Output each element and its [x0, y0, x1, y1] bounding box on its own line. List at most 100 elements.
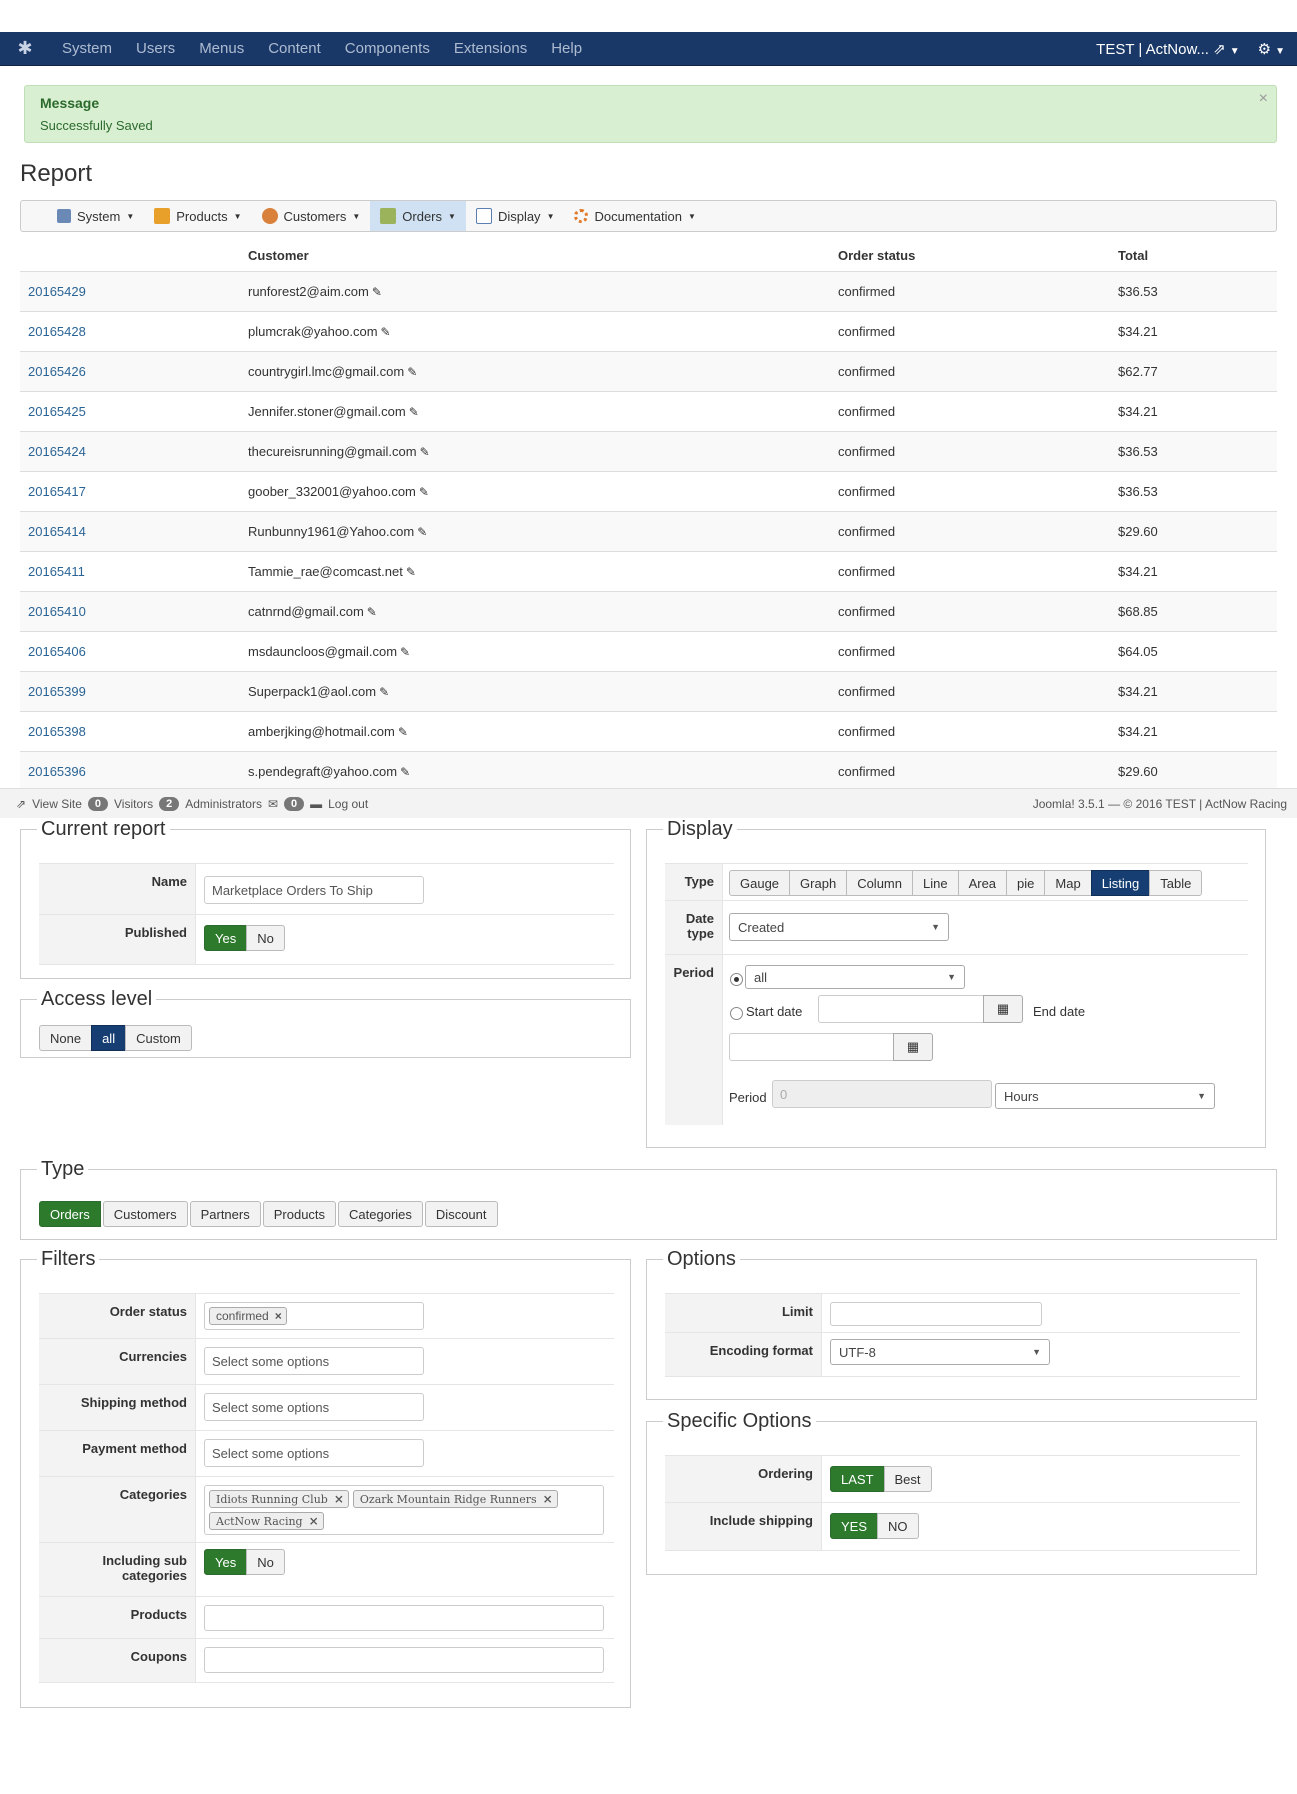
menu-system[interactable]: System	[50, 40, 124, 57]
sub-categories-yes-button[interactable]: Yes	[204, 1549, 248, 1575]
order-id-link[interactable]: 20165426	[28, 352, 86, 391]
order-id-link[interactable]: 20165410	[28, 592, 86, 631]
display-type-table-button[interactable]: Table	[1149, 870, 1203, 896]
chevron-down-icon: ▼	[1197, 1091, 1206, 1101]
type-customers-button[interactable]: Customers	[102, 1201, 188, 1227]
display-type-column-button[interactable]: Column	[846, 870, 913, 896]
type-categories-button[interactable]: Categories	[338, 1201, 423, 1227]
view-site-link[interactable]: View Site	[32, 797, 82, 811]
order-id-link[interactable]: 20165396	[28, 752, 86, 791]
subnav-orders[interactable]: Orders ▼	[370, 201, 466, 231]
categories-multiselect[interactable]: Idiots Running Club × Ozark Mountain Ridg…	[204, 1485, 604, 1535]
remove-tag-icon[interactable]: ×	[275, 1309, 282, 1323]
display-type-line-button[interactable]: Line	[911, 870, 959, 896]
subnav-products[interactable]: Products ▼	[144, 201, 251, 231]
menu-extensions[interactable]: Extensions	[442, 40, 539, 57]
order-id-link[interactable]: 20165399	[28, 672, 86, 711]
type-discount-button[interactable]: Discount	[424, 1201, 498, 1227]
type-orders-button[interactable]: Orders	[39, 1201, 101, 1227]
pencil-icon[interactable]: ✎	[420, 445, 430, 459]
pencil-icon[interactable]: ✎	[379, 685, 389, 699]
order-id-link[interactable]: 20165411	[28, 552, 85, 591]
access-all-button[interactable]: all	[91, 1025, 127, 1051]
joomla-icon[interactable]: ✱	[0, 32, 50, 66]
include-shipping-no-button[interactable]: NO	[877, 1513, 919, 1539]
gear-icon[interactable]: ⚙ ▼	[1258, 40, 1285, 58]
ordering-last-button[interactable]: LAST	[830, 1466, 885, 1492]
custom-dates-radio[interactable]	[730, 1007, 743, 1020]
currencies-multiselect[interactable]: Select some options	[204, 1347, 424, 1375]
pencil-icon[interactable]: ✎	[400, 645, 410, 659]
pencil-icon[interactable]: ✎	[409, 405, 419, 419]
date-type-select[interactable]: Created ▼	[729, 913, 949, 941]
ordering-best-button[interactable]: Best	[883, 1466, 932, 1492]
type-products-button[interactable]: Products	[262, 1201, 337, 1227]
calendar-icon[interactable]: ▦	[893, 1033, 933, 1061]
remove-tag-icon[interactable]: ×	[334, 1492, 344, 1506]
subnav-customers[interactable]: Customers ▼	[252, 201, 371, 231]
site-name-link[interactable]: TEST | ActNow... ⇗ ▼	[1096, 40, 1239, 58]
pencil-icon[interactable]: ✎	[406, 565, 416, 579]
remove-tag-icon[interactable]: ×	[543, 1492, 553, 1506]
type-partners-button[interactable]: Partners	[189, 1201, 261, 1227]
menu-help[interactable]: Help	[539, 40, 594, 57]
logout-link[interactable]: Log out	[328, 797, 368, 811]
order-id-link[interactable]: 20165425	[28, 392, 86, 431]
encoding-select[interactable]: UTF-8 ▼	[830, 1339, 1050, 1365]
period-preset-radio[interactable]	[730, 973, 743, 986]
coupons-input[interactable]	[204, 1647, 604, 1673]
display-type-listing-button[interactable]: Listing	[1090, 870, 1151, 896]
menu-menus[interactable]: Menus	[187, 40, 256, 57]
display-type-graph-button[interactable]: Graph	[789, 870, 848, 896]
access-custom-button[interactable]: Custom	[125, 1025, 192, 1051]
period-select[interactable]: all ▼	[745, 965, 965, 989]
shipping-method-multiselect[interactable]: Select some options	[204, 1393, 424, 1421]
subnav-documentation[interactable]: Documentation ▼	[564, 201, 705, 231]
payment-method-multiselect[interactable]: Select some options	[204, 1439, 424, 1467]
pencil-icon[interactable]: ✎	[367, 605, 377, 619]
limit-input[interactable]	[830, 1302, 1042, 1326]
pencil-icon[interactable]: ✎	[419, 485, 429, 499]
menu-users[interactable]: Users	[124, 40, 187, 57]
order-id-link[interactable]: 20165424	[28, 432, 86, 471]
period-unit-select[interactable]: Hours ▼	[995, 1083, 1215, 1109]
display-type-map-button[interactable]: Map	[1044, 870, 1092, 896]
close-icon[interactable]: ×	[1259, 90, 1268, 108]
display-type-gauge-button[interactable]: Gauge	[729, 870, 791, 896]
col-total[interactable]: Total	[1118, 240, 1148, 271]
end-date-input[interactable]	[729, 1033, 894, 1061]
display-type-pie-button[interactable]: pie	[1006, 870, 1046, 896]
published-no-button[interactable]: No	[246, 925, 285, 951]
messages-badge[interactable]: 0	[284, 796, 305, 811]
access-none-button[interactable]: None	[39, 1025, 93, 1051]
order-id-link[interactable]: 20165398	[28, 712, 86, 751]
col-order-status[interactable]: Order status	[838, 240, 915, 271]
calendar-icon[interactable]: ▦	[983, 995, 1023, 1023]
order-id-link[interactable]: 20165414	[28, 512, 86, 551]
pencil-icon[interactable]: ✎	[398, 725, 408, 739]
subnav-display[interactable]: Display ▼	[466, 201, 565, 231]
pencil-icon[interactable]: ✎	[417, 525, 427, 539]
pencil-icon[interactable]: ✎	[372, 285, 382, 299]
period-number-input[interactable]: 0	[772, 1080, 992, 1108]
order-id-link[interactable]: 20165428	[28, 312, 86, 351]
products-input[interactable]	[204, 1605, 604, 1631]
name-input[interactable]: Marketplace Orders To Ship	[204, 876, 424, 904]
order-id-link[interactable]: 20165429	[28, 272, 86, 311]
include-shipping-yes-button[interactable]: YES	[830, 1513, 879, 1539]
start-date-input[interactable]	[818, 995, 984, 1023]
pencil-icon[interactable]: ✎	[400, 765, 410, 779]
display-type-area-button[interactable]: Area	[957, 870, 1008, 896]
order-id-link[interactable]: 20165417	[28, 472, 86, 511]
remove-tag-icon[interactable]: ×	[309, 1514, 319, 1528]
pencil-icon[interactable]: ✎	[407, 365, 417, 379]
order-id-link[interactable]: 20165406	[28, 632, 86, 671]
order-status-multiselect[interactable]: confirmed ×	[204, 1302, 424, 1330]
menu-components[interactable]: Components	[333, 40, 442, 57]
published-yes-button[interactable]: Yes	[204, 925, 248, 951]
pencil-icon[interactable]: ✎	[381, 325, 391, 339]
subnav-system[interactable]: System ▼	[47, 201, 144, 231]
sub-categories-no-button[interactable]: No	[246, 1549, 285, 1575]
col-customer[interactable]: Customer	[248, 240, 309, 271]
menu-content[interactable]: Content	[256, 40, 333, 57]
